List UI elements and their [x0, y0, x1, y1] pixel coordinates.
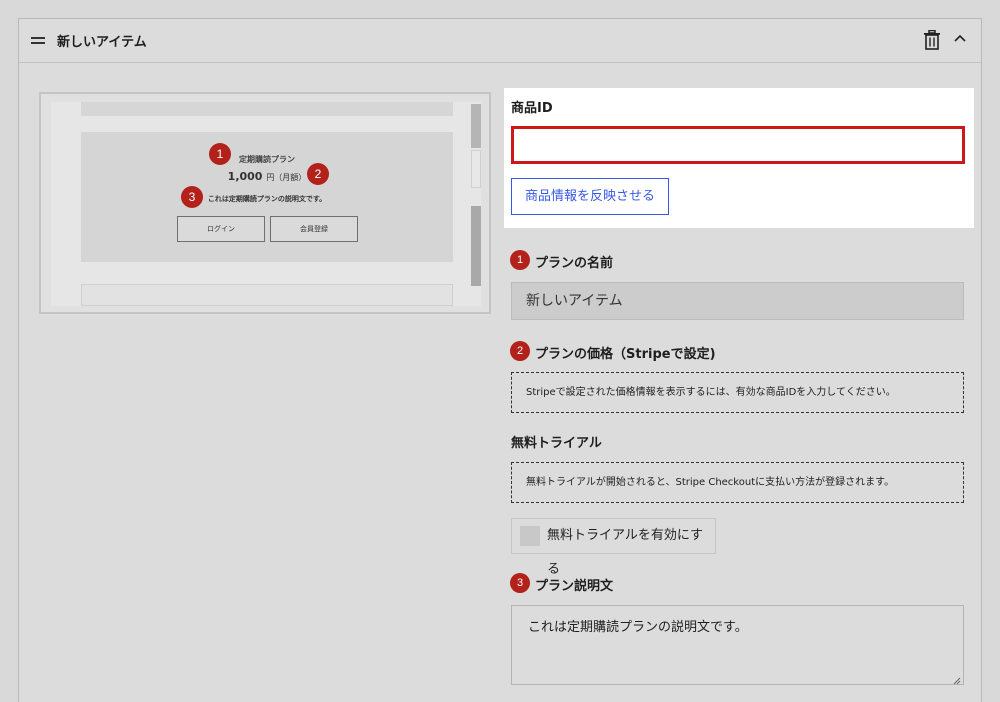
plan-name-field: 新しいアイテム: [511, 282, 964, 320]
resize-handle-icon[interactable]: [953, 674, 961, 685]
preview-price: 1,000 円（月額）: [81, 170, 453, 183]
preview-price-unit: 円（月額）: [266, 173, 307, 182]
preview-scrollbar-segment: [471, 104, 481, 148]
drag-handle-icon[interactable]: [31, 37, 45, 44]
plan-price-notice: Stripeで設定された価格情報を表示するには、有効な商品IDを入力してください…: [511, 372, 964, 413]
sku-panel: 商品ID 商品情報を反映させる: [504, 88, 974, 228]
preview-top-block: [81, 102, 453, 116]
plan-desc-textarea[interactable]: これは定期購読プランの説明文です。: [511, 605, 964, 685]
sku-label: 商品ID: [511, 101, 553, 116]
trial-notice: 無料トライアルが開始されると、Stripe Checkoutに支払い方法が登録さ…: [511, 462, 964, 503]
preview-bottom-block: [81, 284, 453, 306]
plan-desc-label: プラン説明文: [535, 579, 614, 594]
trial-checkbox[interactable]: [520, 526, 540, 546]
plan-preview: 定期購読プラン 1,000 円（月額） これは定期購読プランの説明文です。 ログ…: [39, 92, 491, 314]
preview-plan-card: 定期購読プラン 1,000 円（月額） これは定期購読プランの説明文です。 ログ…: [81, 132, 453, 262]
trash-icon[interactable]: [923, 29, 941, 50]
plan-desc-badge: 3: [510, 573, 530, 593]
sku-input[interactable]: [511, 126, 965, 164]
reflect-product-button[interactable]: 商品情報を反映させる: [511, 178, 669, 215]
plan-price-label: プランの価格（Stripeで設定): [535, 347, 716, 362]
plan-name-badge: 1: [510, 250, 530, 270]
item-title: 新しいアイテム: [57, 35, 147, 50]
preview-scrollbar-segment: [471, 150, 481, 188]
preview-scrollbar-thumb[interactable]: [471, 206, 481, 286]
preview-canvas: 定期購読プラン 1,000 円（月額） これは定期購読プランの説明文です。 ログ…: [51, 102, 481, 306]
plan-desc-text: これは定期購読プランの説明文です。: [528, 620, 748, 635]
preview-register-button: 会員登録: [270, 216, 358, 242]
plan-price-badge: 2: [510, 341, 530, 361]
trial-label: 無料トライアル: [511, 436, 602, 451]
preview-badge-3: 3: [181, 186, 203, 208]
trial-toggle[interactable]: 無料トライアルを有効にする: [511, 518, 716, 577]
item-block: 新しいアイテム 定期購読プラン 1,000 円（月額） これは定期購読プランの説…: [18, 18, 982, 702]
preview-login-button: ログイン: [177, 216, 265, 242]
preview-price-amount: 1,000: [227, 170, 263, 183]
preview-badge-1: 1: [209, 143, 231, 165]
plan-name-label: プランの名前: [535, 256, 614, 271]
item-header: 新しいアイテム: [19, 19, 981, 63]
chevron-up-icon[interactable]: [953, 31, 967, 45]
preview-badge-2: 2: [307, 163, 329, 185]
preview-description: これは定期購読プランの説明文です。: [207, 195, 327, 203]
preview-plan-name: 定期購読プラン: [239, 155, 295, 164]
